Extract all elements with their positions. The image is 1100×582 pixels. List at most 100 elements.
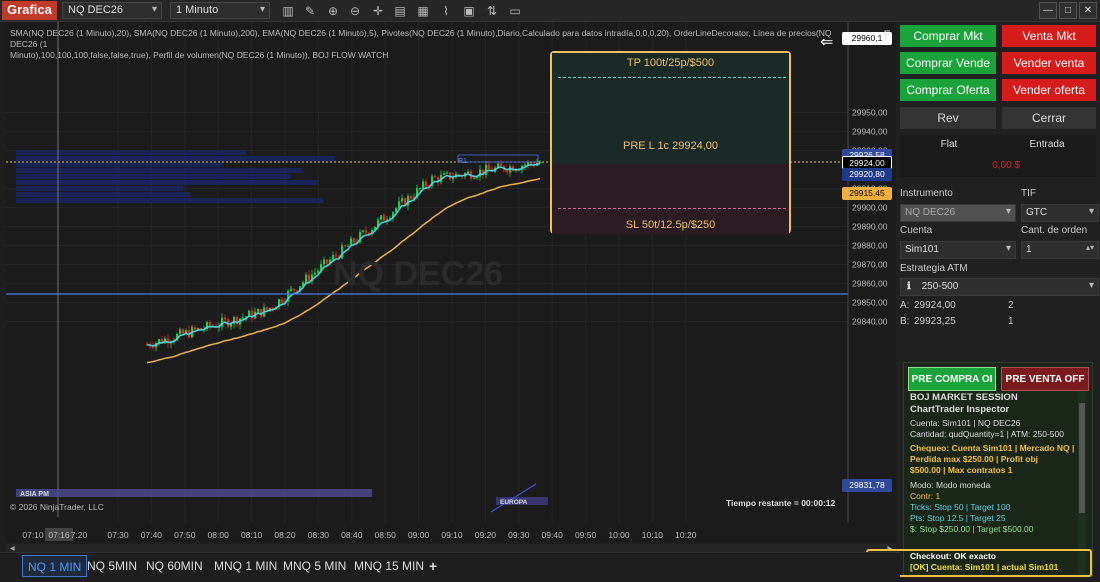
zoom-in-icon[interactable]: ⊕ xyxy=(325,3,341,19)
pre-buy-button[interactable]: PRE COMPRA OI xyxy=(908,367,996,391)
chevron-down-icon: ▾ xyxy=(151,4,157,15)
buy-offer-button[interactable]: Comprar Oferta xyxy=(900,79,996,101)
sell-ask-button[interactable]: Vender venta xyxy=(1002,52,1096,74)
account-label: Cuenta xyxy=(900,225,933,236)
inspector-line: Cuenta: Sim101 | NQ DEC26 xyxy=(910,418,1021,428)
price-tick-label: 29900,00 xyxy=(852,203,888,213)
tp-label[interactable]: TP 100t/25p/$500 xyxy=(552,57,789,69)
chart-watermark: NQ DEC26 xyxy=(333,255,504,293)
candle-body xyxy=(353,238,356,243)
volume-profile-bar xyxy=(16,180,318,185)
tif-label: TIF xyxy=(1021,188,1036,199)
instrument-field-value: NQ DEC26 xyxy=(905,207,956,218)
time-tick-label: 07:30 xyxy=(107,530,129,540)
account-select[interactable]: Sim101 ▾ xyxy=(900,241,1016,259)
tab-mnq-15min[interactable]: MNQ 15 MIN xyxy=(349,555,429,577)
candle-body xyxy=(194,327,197,330)
sell-offer-button[interactable]: Vender oferta xyxy=(1002,79,1096,101)
zoom-out-icon[interactable]: ⊖ xyxy=(347,3,363,19)
ask-price: 29924,00 xyxy=(914,300,956,311)
template-icon[interactable]: ▭ xyxy=(507,3,523,19)
candle-body xyxy=(323,259,326,265)
atm-order-box[interactable]: TP 100t/25p/$500 PRE L 1c 29924,00 SL 50… xyxy=(550,51,791,234)
time-tick-label: 09:20 xyxy=(475,530,497,540)
tab-nq-1min[interactable]: NQ 1 MIN xyxy=(22,555,88,577)
buy-market-button[interactable]: Comprar Mkt xyxy=(900,25,996,47)
maximize-button[interactable]: □ xyxy=(1059,2,1077,19)
candle-body xyxy=(326,259,329,264)
time-tick-label: 09:40 xyxy=(542,530,564,540)
tab-mnq-5min[interactable]: MNQ 5 MIN xyxy=(278,555,351,577)
pencil-icon[interactable]: ✎ xyxy=(302,3,318,19)
stepper-icon[interactable]: ▴▾ xyxy=(1086,243,1094,252)
bid-label: B: xyxy=(900,316,910,327)
volume-profile-bar xyxy=(16,192,191,197)
entry-label[interactable]: PRE L 1c 29924,00 xyxy=(552,140,789,152)
tab-mnq-1min[interactable]: MNQ 1 MIN xyxy=(209,555,282,577)
dataseries-icon[interactable]: ▣ xyxy=(461,3,477,19)
candle-body xyxy=(446,172,449,174)
price-tick-label: 29940,00 xyxy=(852,127,888,137)
bid-size: 1 xyxy=(1008,316,1014,327)
time-tick-label: 08:40 xyxy=(341,530,363,540)
strategy-icon[interactable]: ▦ xyxy=(415,3,431,19)
tab-nq-60min[interactable]: NQ 60MIN xyxy=(141,555,208,577)
atm-strategy-value: 250-500 xyxy=(921,281,959,292)
close-button[interactable]: ✕ xyxy=(1079,2,1097,19)
info-icon: ℹ xyxy=(907,281,911,292)
interval-selector[interactable]: 1 Minuto ▾ xyxy=(170,2,270,19)
candle-body xyxy=(266,307,269,311)
copyright-text: © 2026 NinjaTrader, LLC xyxy=(10,502,104,512)
candle-body xyxy=(383,215,386,221)
sl-label[interactable]: SL 50t/12.5p/$250 xyxy=(552,219,789,231)
app-tab[interactable]: Grafica xyxy=(2,1,57,20)
time-tick-label: 07:40 xyxy=(141,530,163,540)
chart-trader-icon[interactable]: ⇅ xyxy=(484,3,500,19)
properties-icon[interactable]: ▤ xyxy=(392,3,408,19)
minimize-button[interactable]: — xyxy=(1039,2,1057,19)
checkout-line: Checkout: OK exacto xyxy=(910,551,996,561)
candle-body xyxy=(443,173,446,175)
pre-sell-button[interactable]: PRE VENTA OFF xyxy=(1001,367,1089,391)
buy-bid-button[interactable]: Comprar Vende xyxy=(900,52,996,74)
close-position-button[interactable]: Cerrar xyxy=(1002,107,1096,129)
atm-strategy-select[interactable]: ℹ 250-500 ▾ xyxy=(900,278,1099,296)
candle-body xyxy=(506,170,509,173)
tab-nq-5min[interactable]: NQ 5MIN xyxy=(82,555,142,577)
sell-market-button[interactable]: Venta Mkt xyxy=(1002,25,1096,47)
quantity-stepper[interactable]: 1 ▴▾ xyxy=(1021,241,1099,259)
horizontal-scrollbar[interactable]: ◀ ▶ xyxy=(6,544,896,552)
candle-body xyxy=(344,245,347,247)
instrument-field[interactable]: NQ DEC26 ▾ xyxy=(900,204,1016,222)
candle-body xyxy=(410,196,413,199)
reverse-button[interactable]: Rev xyxy=(900,107,996,129)
chart-area[interactable]: R1 ASIA PM EUROPA 29950,0029940,0029930,… xyxy=(6,22,896,542)
boj-inspector-panel: PRE COMPRA OI PRE VENTA OFF BOJ MARKET S… xyxy=(866,362,1093,577)
time-tick-label: 07:16 xyxy=(48,530,70,540)
scrollbar-thumb[interactable] xyxy=(1079,403,1085,513)
instrument-selector[interactable]: NQ DEC26 ▾ xyxy=(62,2,162,19)
price-tick-label: 29950,00 xyxy=(852,108,888,118)
chevron-down-icon: ▾ xyxy=(1005,206,1011,217)
scroll-left-icon[interactable]: ◀ xyxy=(10,545,15,552)
price-tick-label: 29880,00 xyxy=(852,241,888,251)
indicators-icon[interactable]: ⌇ xyxy=(438,3,454,19)
add-tab-button[interactable]: + xyxy=(424,555,442,577)
tif-select-value: GTC xyxy=(1026,207,1048,218)
bars-type-icon[interactable]: ▥ xyxy=(280,3,296,19)
tif-select[interactable]: GTC ▾ xyxy=(1021,204,1099,222)
position-grid: Flat Entrada 0,00 $ xyxy=(900,135,1096,177)
f-label[interactable]: F xyxy=(880,29,894,44)
crosshair-icon[interactable]: ✛ xyxy=(370,3,386,19)
candle-body xyxy=(362,230,365,232)
entry-header: Entrada xyxy=(1029,139,1065,150)
europa-label: EUROPA xyxy=(500,499,528,506)
arrow-left-icon[interactable]: ⇐ xyxy=(820,32,833,52)
volume-profile-bar xyxy=(16,162,224,167)
inspector-line: Cantidad: qudQuantity=1 | ATM: 250-500 xyxy=(910,429,1064,439)
chevron-down-icon: ▾ xyxy=(1088,280,1094,291)
time-tick-label: 09:50 xyxy=(575,530,597,540)
candle-body xyxy=(473,178,476,180)
ask-label: A: xyxy=(900,300,910,311)
time-tick-label: 07:50 xyxy=(174,530,196,540)
